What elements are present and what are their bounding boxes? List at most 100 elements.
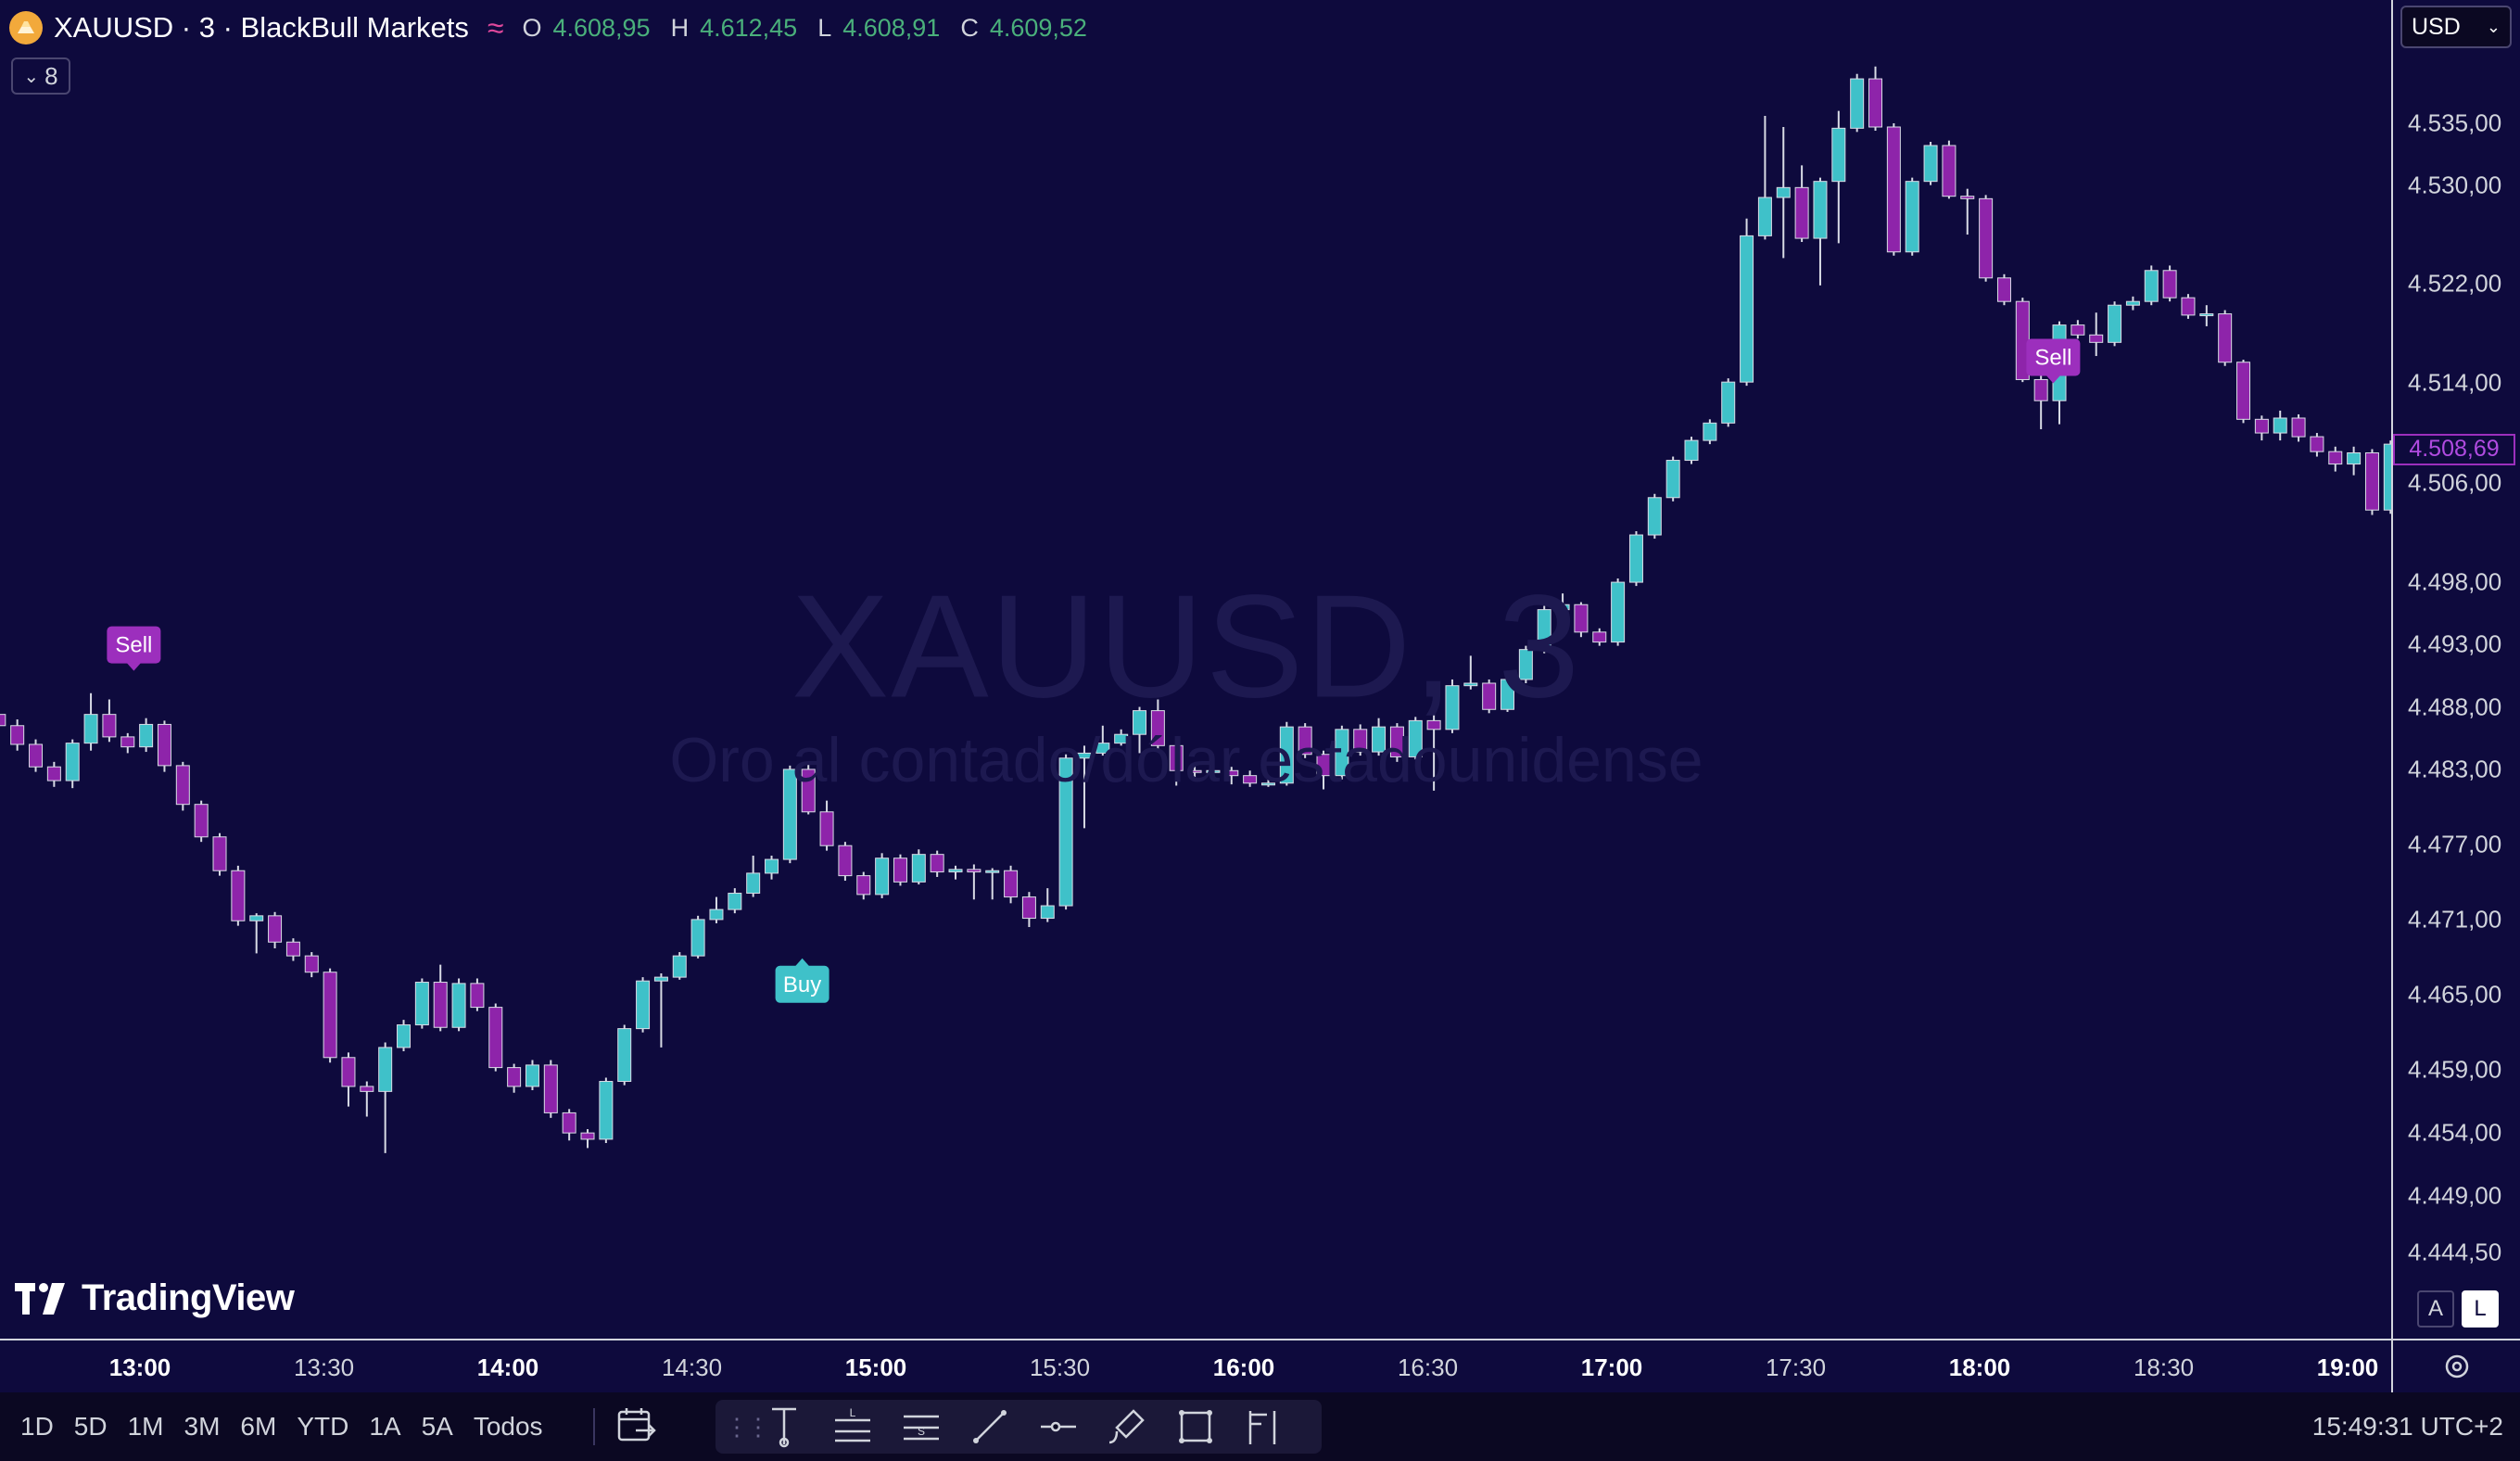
time-axis[interactable]: 13:00 13:30 14:00 14:30 15:00 15:30 16:00 16:30… <box>0 1339 2391 1392</box>
candle <box>672 952 687 980</box>
candle <box>2273 410 2287 441</box>
candle-body <box>728 893 742 910</box>
candle-body <box>29 743 44 768</box>
candle-body <box>175 765 190 806</box>
drag-handle-icon[interactable]: ⋮⋮ <box>725 1413 770 1442</box>
rectangle-tool[interactable] <box>1171 1403 1220 1451</box>
candle-body <box>985 870 1000 873</box>
candle-body <box>1684 439 1699 462</box>
trend-line-icon <box>973 1410 1007 1443</box>
candle-body <box>83 714 98 744</box>
fib-tool[interactable] <box>1240 1403 1288 1451</box>
sell-signal[interactable]: Sell <box>2026 338 2081 384</box>
time-tick-label: 13:30 <box>293 1353 355 1381</box>
candle <box>1979 195 1994 282</box>
candle <box>323 968 337 1063</box>
candle <box>525 1060 539 1091</box>
candle <box>1960 188 1975 235</box>
sell-signal[interactable]: Sell <box>107 626 161 671</box>
tradingview-logo-text: TradingView <box>82 1277 295 1318</box>
open-label: O <box>522 13 542 42</box>
range-button-1m[interactable]: 1M <box>118 1392 174 1461</box>
range-button-todos[interactable]: Todos <box>463 1392 553 1461</box>
brush-tool[interactable] <box>1103 1403 1151 1451</box>
candle-body <box>2125 300 2140 306</box>
range-button-1d[interactable]: 1D <box>0 1392 64 1461</box>
candle <box>10 719 25 751</box>
candle-body <box>470 983 485 1009</box>
currency-select[interactable]: USD ⌄ <box>2400 6 2512 48</box>
candle-body <box>1905 181 1919 253</box>
market-status-icon[interactable]: ≈ <box>488 11 504 45</box>
candle <box>911 849 926 885</box>
candle <box>985 868 1000 900</box>
log-scale-button[interactable]: L <box>2462 1290 2499 1328</box>
clock-timezone[interactable]: 15:49:31 UTC+2 <box>2312 1392 2503 1461</box>
price-tick-label: 4.454,00 <box>2408 1118 2502 1147</box>
horizontal-ray-tool[interactable] <box>1034 1403 1083 1451</box>
short-position-icon: S <box>904 1415 939 1441</box>
price-tick-label: 4.535,00 <box>2408 108 2502 137</box>
symbol-title[interactable]: XAUUSD · 3 · BlackBull Markets <box>54 11 469 44</box>
candle <box>2236 360 2251 424</box>
watermark-description: Oro al contado/dólar estadounidense <box>669 725 1703 795</box>
short-position-tool[interactable]: S <box>897 1403 945 1451</box>
chart-settings-button[interactable] <box>2391 1339 2520 1392</box>
vertical-measure-tool[interactable] <box>760 1403 808 1451</box>
range-button-1a[interactable]: 1A <box>359 1392 411 1461</box>
long-position-tool[interactable]: L <box>829 1403 877 1451</box>
drawing-tools-group: ⋮⋮ L S <box>715 1400 1322 1454</box>
candle-body <box>1757 197 1772 236</box>
range-button-5a[interactable]: 5A <box>412 1392 463 1461</box>
candle-body <box>1942 145 1956 197</box>
brush-icon <box>1108 1409 1145 1444</box>
trend-line-tool[interactable] <box>966 1403 1014 1451</box>
candle-body <box>709 908 724 921</box>
signal-pointer <box>794 958 810 967</box>
price-tick-label: 4.522,00 <box>2408 269 2502 298</box>
candle <box>120 732 135 754</box>
low-label: L <box>817 13 832 42</box>
candle-body <box>2089 334 2104 343</box>
range-button-ytd[interactable]: YTD <box>286 1392 359 1461</box>
candle <box>2383 440 2391 515</box>
svg-text:L: L <box>850 1406 856 1419</box>
close-value: 4.609,52 <box>989 13 1087 42</box>
open-value: 4.608,95 <box>552 13 651 42</box>
indicators-toggle-button[interactable]: ⌄ 8 <box>11 57 70 95</box>
price-tick-label: 4.488,00 <box>2408 692 2502 721</box>
candle-body <box>1868 78 1883 128</box>
candle <box>470 978 485 1011</box>
range-button-6m[interactable]: 6M <box>230 1392 286 1461</box>
price-axis[interactable]: 4.535,00 4.530,00 4.522,00 4.514,00 4.506,00… <box>2391 0 2520 1339</box>
auto-scale-button[interactable]: A <box>2417 1290 2454 1328</box>
candle-body <box>231 870 246 921</box>
candle <box>856 871 871 900</box>
date-range-buttons: 1D 5D 1M 3M 6M YTD 1A 5A Todos <box>0 1392 553 1461</box>
price-tick-label: 4.506,00 <box>2408 468 2502 497</box>
time-tick-label: 18:00 <box>1948 1353 2011 1381</box>
candle <box>285 938 300 961</box>
fib-icon <box>1248 1411 1276 1444</box>
tradingview-logo[interactable]: TradingView <box>15 1277 295 1319</box>
go-to-date-button[interactable] <box>615 1405 660 1448</box>
candle-body <box>1960 196 1975 199</box>
candle <box>1021 892 1036 928</box>
symbol-logo-icon[interactable] <box>9 11 43 44</box>
candle <box>2347 446 2362 476</box>
candle-body <box>2273 417 2287 434</box>
candle <box>231 865 246 926</box>
candle <box>139 718 154 753</box>
range-button-5d[interactable]: 5D <box>64 1392 118 1461</box>
range-button-3m[interactable]: 3M <box>174 1392 231 1461</box>
candle <box>1628 531 1643 587</box>
candle-body <box>911 854 926 883</box>
candle-body <box>2181 297 2196 316</box>
candle <box>2108 301 2122 347</box>
candle-body <box>157 723 171 767</box>
buy-signal[interactable]: Buy <box>775 958 829 1003</box>
candle <box>1996 273 2011 306</box>
vertical-measure-icon <box>772 1407 796 1448</box>
candle-body <box>2033 378 2048 401</box>
chart-area[interactable]: Sell Buy Sell XAUUSD, 3 Oro al contado/dól… <box>0 0 2391 1339</box>
